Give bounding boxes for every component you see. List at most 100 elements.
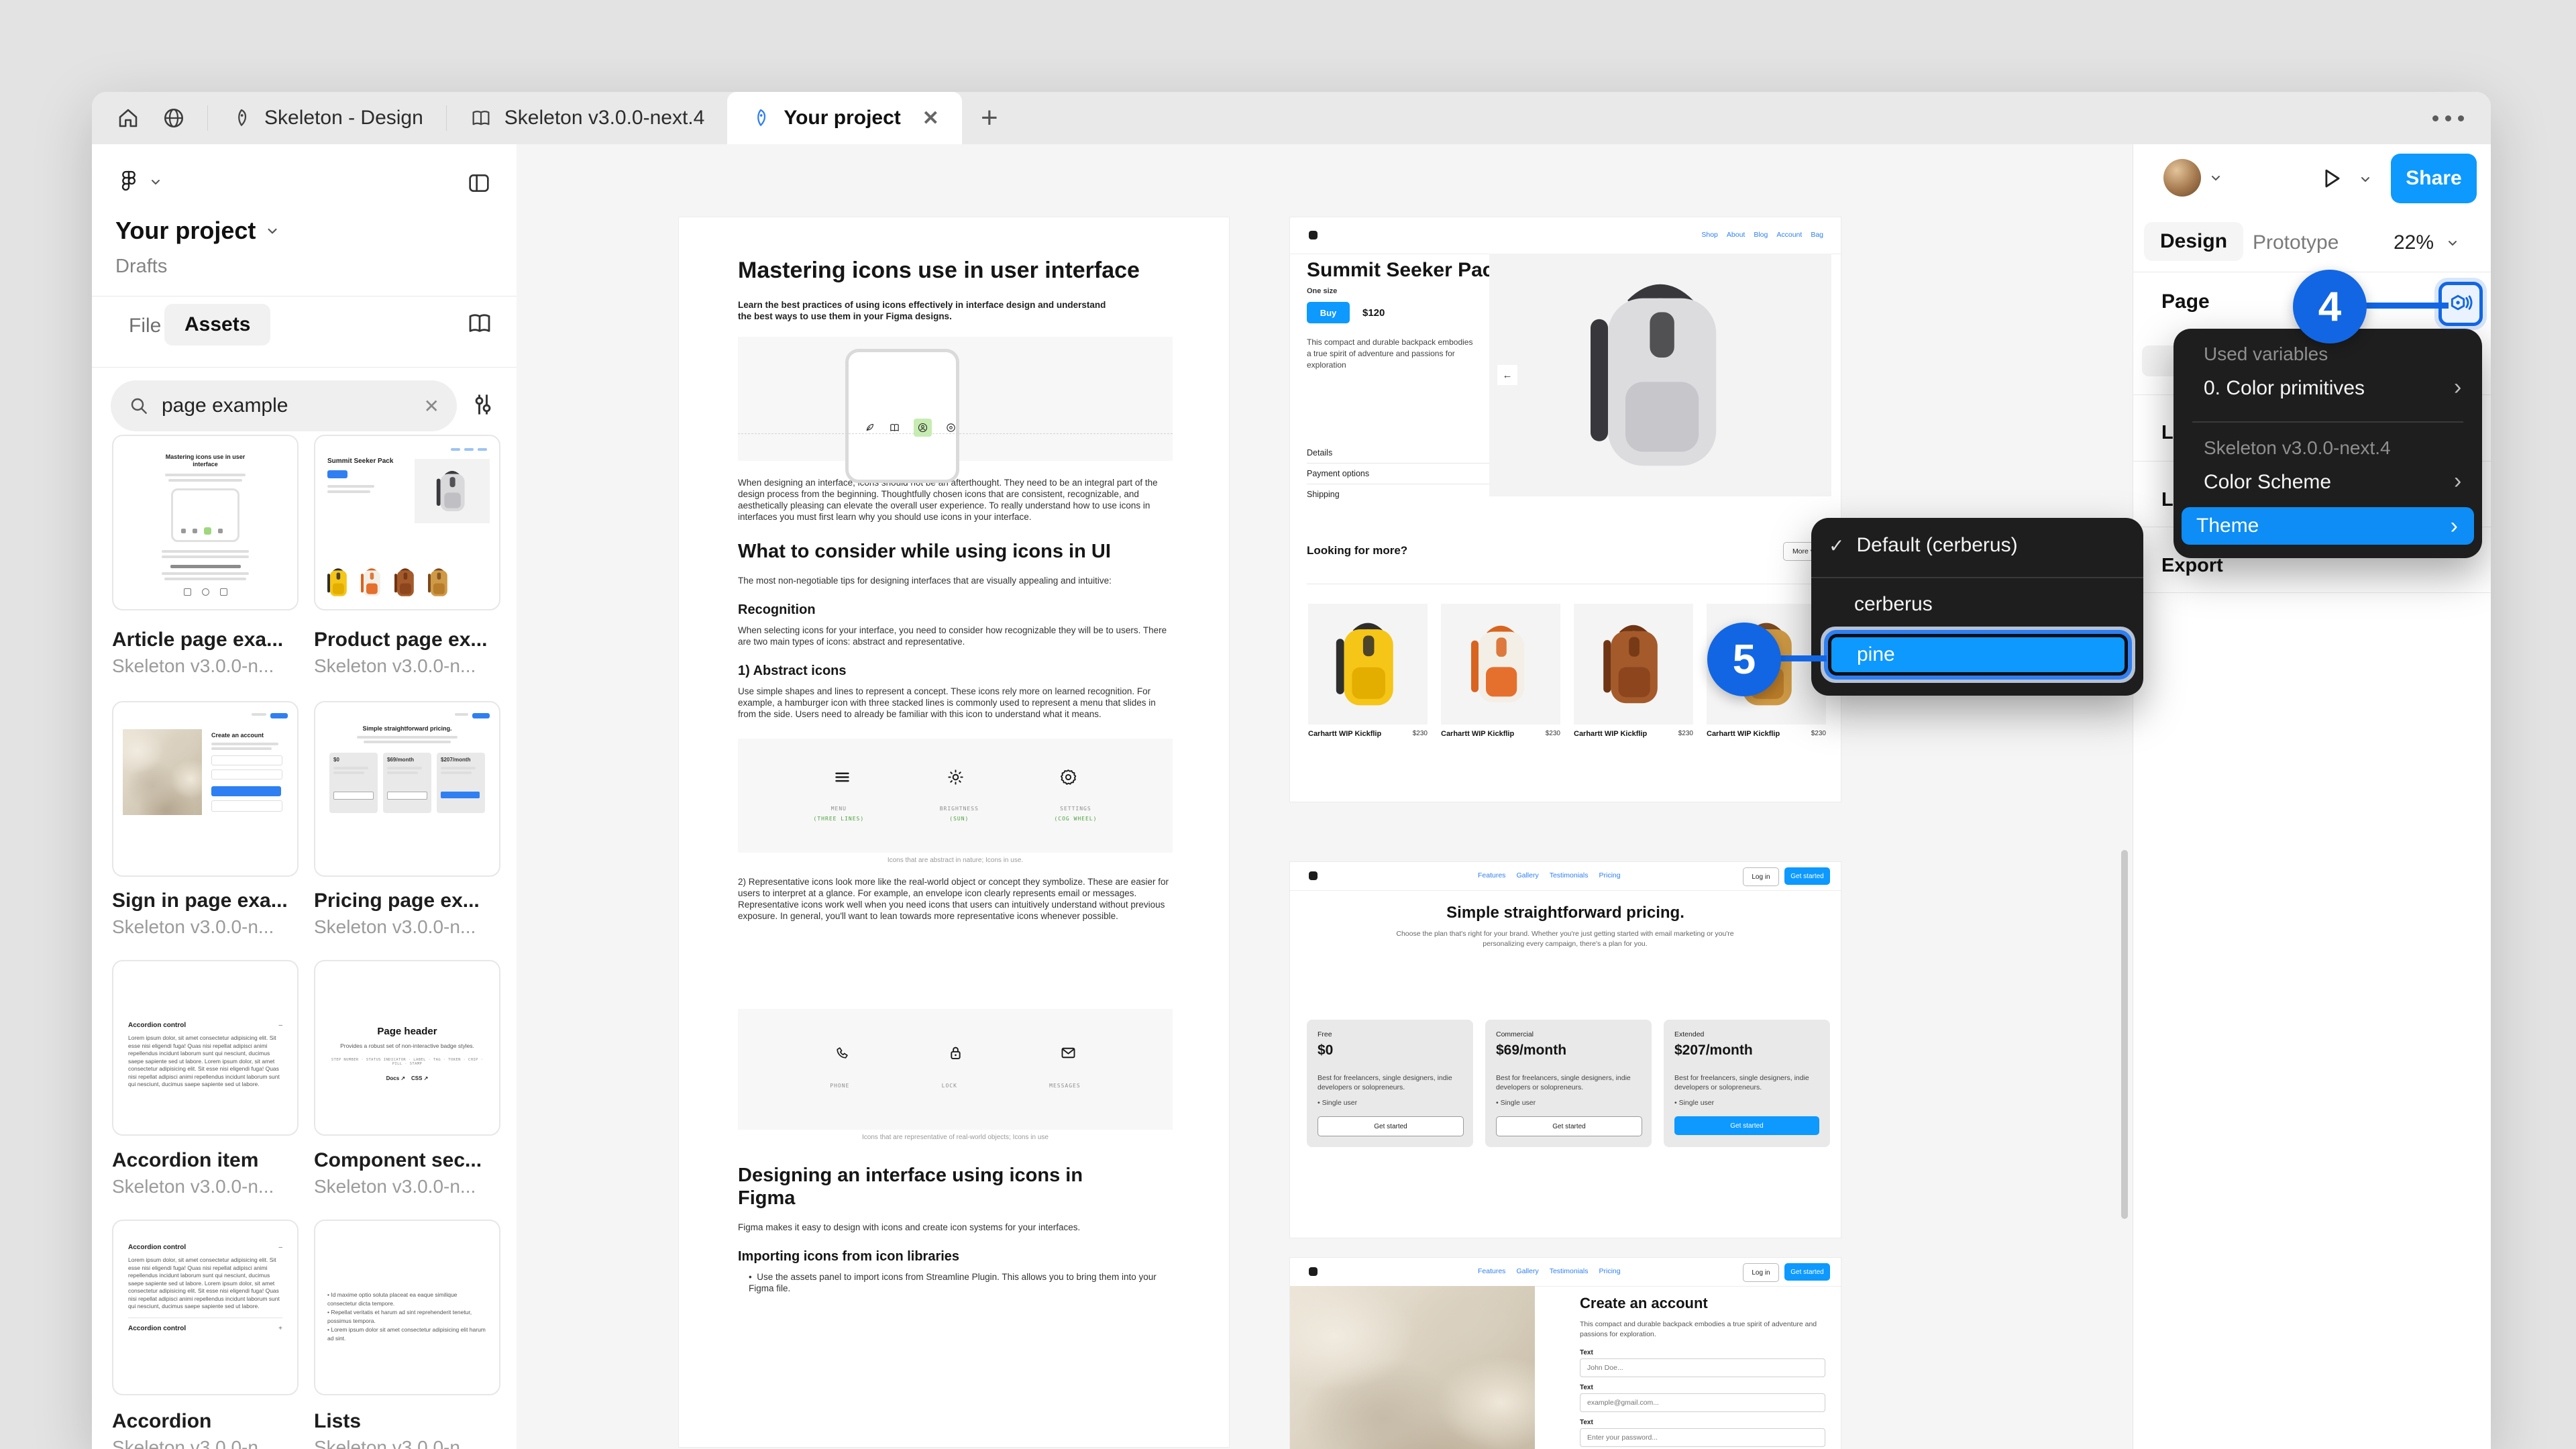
menu-item-theme[interactable]: Theme › [2182,507,2474,545]
library-book-icon[interactable] [466,309,494,337]
product-card-image[interactable] [1308,604,1428,724]
highlighted-person-icon [914,419,932,437]
article-paragraph: When designing an interface, icons shoul… [738,478,1158,522]
clear-search-icon[interactable]: ✕ [424,395,439,417]
asset-library: Skeleton v3.0.0-n... [112,1437,274,1449]
window-more-button[interactable] [2432,115,2464,121]
asset-thumbnail-signin-page[interactable]: Create an account [112,701,299,877]
book-icon [470,107,492,129]
nav-link[interactable]: Testimonials [1550,871,1589,879]
collapse-panel-button[interactable] [466,170,492,197]
asset-name: Pricing page ex... [314,890,480,912]
frame-article-page[interactable]: Mastering icons use in user interface Le… [679,217,1229,1447]
tab-your-project[interactable]: Your project ✕ [727,92,962,144]
project-title-dropdown[interactable]: Your project [115,217,281,245]
main-menu-button[interactable] [115,168,164,195]
chevron-right-icon: › [2454,374,2462,400]
zoom-menu[interactable]: 22% [2394,231,2461,254]
buy-button[interactable]: Buy [1307,302,1350,323]
menu-divider [1811,577,2143,578]
left-sidebar: Your project Drafts File Assets ✕ Master… [92,144,517,1449]
plan-cta-button[interactable]: Get started [1496,1116,1642,1136]
asset-thumbnail-accordion[interactable]: Accordion control – Lorem ipsum dolor, s… [112,1220,299,1395]
nav-link[interactable]: Testimonials [1550,1267,1589,1275]
frame-pricing-page[interactable]: Features Gallery Testimonials Pricing Lo… [1290,862,1841,1238]
article-paragraph: When selecting icons for your interface,… [738,625,1167,647]
prev-image-button[interactable]: ← [1497,365,1517,385]
nav-link[interactable]: Gallery [1516,1267,1538,1275]
article-figure-representative-icons: PHONE LOCK MESSAGES [738,1009,1173,1130]
nav-link[interactable]: Bag [1811,231,1823,239]
menu-item-color-scheme[interactable]: Color Scheme [2204,471,2331,494]
account-menu[interactable] [2163,159,2224,197]
plan-cta-button[interactable]: Get started [1674,1116,1819,1135]
tab-prototype[interactable]: Prototype [2253,231,2339,254]
new-tab-button[interactable]: + [981,101,998,135]
tab-skeleton-design[interactable]: Skeleton - Design [208,92,446,144]
asset-thumbnail-component-section[interactable]: Page header Provides a robust set of non… [314,960,500,1136]
login-button[interactable]: Log in [1743,867,1779,886]
get-started-button[interactable]: Get started [1784,1263,1830,1281]
nav-link[interactable]: About [1727,231,1745,239]
email-field[interactable] [1580,1393,1825,1412]
article-paragraph: 2) Representative icons look more like t… [738,877,1169,921]
product-title: Summit Seeker Pack [1307,259,1505,281]
home-button[interactable] [116,106,140,130]
frame-signup-page[interactable]: Features Gallery Testimonials Pricing Lo… [1290,1258,1841,1449]
article-heading: Designing an interface using icons in Fi… [738,1165,1083,1209]
get-started-button[interactable]: Get started [1784,867,1830,885]
search-input[interactable] [160,394,391,418]
nav-link[interactable]: Pricing [1599,1267,1620,1275]
article-heading: What to consider while using icons in UI [738,541,1111,562]
close-tab-icon[interactable]: ✕ [922,107,939,130]
tab-assets[interactable]: Assets [164,304,271,345]
product-price: $120 [1362,307,1385,319]
figure-caption: Icons that are representative of real-wo… [862,1134,1049,1141]
asset-thumbnail-pricing-page[interactable]: Simple straightforward pricing. $0 $69/m… [314,701,500,877]
share-button[interactable]: Share [2391,154,2477,203]
submenu-item-cerberus[interactable]: cerberus [1854,593,1933,616]
chevron-right-icon: › [2454,468,2462,494]
article-paragraph: The most non-negotiable tips for designi… [738,576,1112,586]
figma-file-icon-blue [750,107,771,129]
asset-thumbnail-lists[interactable]: • Id maxime optio soluta placeat ea eaqu… [314,1220,500,1395]
product-card-meta: Carhartt WIP Kickflip $230 [1308,730,1428,738]
search-field[interactable]: ✕ [111,380,457,431]
nav-link[interactable]: Features [1478,1267,1505,1275]
plan-card-extended: Extended $207/month Best for freelancers… [1664,1020,1830,1147]
frame-product-page[interactable]: Shop About Blog Account Bag Summit Seeke… [1290,217,1841,802]
nav-link[interactable]: Gallery [1516,871,1538,879]
asset-name: Article page exa... [112,629,284,651]
nav-link[interactable]: Pricing [1599,871,1620,879]
nav-link[interactable]: Blog [1754,231,1768,239]
product-card-image[interactable] [1441,604,1560,724]
pricing-header: Features Gallery Testimonials Pricing Lo… [1290,862,1841,891]
tab-design[interactable]: Design [2144,222,2244,261]
product-card-image[interactable] [1574,604,1693,724]
nav-link[interactable]: Account [1776,231,1802,239]
menu-item-color-primitives[interactable]: 0. Color primitives [2204,377,2365,400]
submenu-item-default[interactable]: ✓ Default (cerberus) [1829,534,2018,557]
plan-desc: Best for freelancers, single designers, … [1496,1074,1631,1091]
canvas-scrollbar[interactable] [2121,850,2128,1219]
asset-thumbnail-product-page[interactable]: Summit Seeker Pack [314,435,500,610]
asset-thumbnail-article-page[interactable]: Mastering icons use in user interface [112,435,299,610]
design-canvas[interactable]: Mastering icons use in user interface Le… [517,144,2133,1449]
figma-window: Skeleton - Design Skeleton v3.0.0-next.4… [92,92,2491,1449]
plan-desc: Best for freelancers, single designers, … [1674,1074,1809,1091]
filter-icon[interactable] [468,390,498,419]
name-field[interactable] [1580,1358,1825,1377]
community-globe-button[interactable] [162,106,186,130]
tab-skeleton-v3[interactable]: Skeleton v3.0.0-next.4 [447,92,728,144]
asset-thumbnail-accordion-item[interactable]: Accordion control – Lorem ipsum dolor, s… [112,960,299,1136]
password-field[interactable] [1580,1428,1825,1447]
nav-link[interactable]: Shop [1701,231,1718,239]
submenu-item-pine[interactable]: pine [1831,637,2125,672]
nav-link[interactable]: Features [1478,871,1505,879]
tab-file[interactable]: File [129,315,161,337]
present-play-button[interactable] [2318,166,2344,191]
submenu-item-label: Default (cerberus) [1856,534,2018,556]
present-options-chevron[interactable] [2357,171,2373,187]
login-button[interactable]: Log in [1743,1263,1779,1282]
plan-cta-button[interactable]: Get started [1318,1116,1464,1136]
